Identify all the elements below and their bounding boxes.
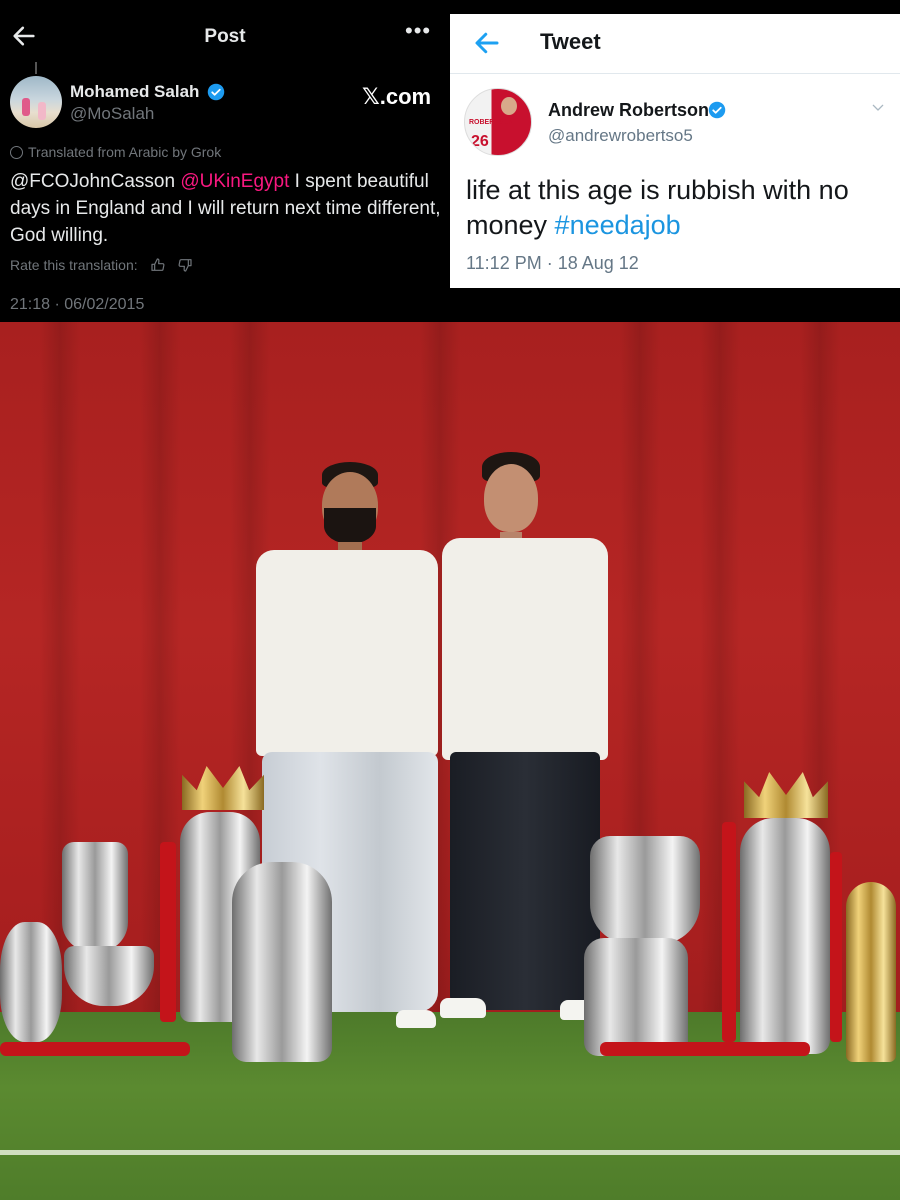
mention-link[interactable]: @UKinEgypt [180,171,289,192]
old-tweet-screenshot: Tweet ROBERTSON 26 Andrew Robertson @and… [450,14,900,288]
thumbs-up-icon[interactable] [150,257,166,273]
more-icon[interactable]: ••• [405,18,431,44]
page-title: Tweet [540,29,601,54]
verified-badge-icon [708,101,726,119]
author-name[interactable]: Mohamed Salah [70,82,199,102]
translation-note: Translated from Arabic by Grok [10,144,221,160]
pitch-line [0,1150,900,1155]
translation-note-text: Translated from Arabic by Grok [28,144,222,160]
trophy [590,836,700,944]
trophy [846,882,896,1062]
thread-line [35,62,37,74]
author-handle[interactable]: @MoSalah [70,104,154,124]
post-timestamp: 21:18 · 06/02/2015 [10,296,145,313]
chevron-down-icon[interactable] [870,100,886,116]
avatar-label: ROBERTSON [469,119,514,126]
mention-link[interactable]: @FCOJohnCasson [10,171,175,192]
trophy [740,818,830,1054]
trophy [584,938,688,1056]
x-post-screenshot: Post ••• Mohamed Salah @MoSalah 𝕏.com Tr… [0,0,450,322]
avatar[interactable]: ROBERTSON 26 [464,88,532,156]
thumbs-down-icon[interactable] [177,257,193,273]
author-handle[interactable]: @andrewrobertso5 [548,126,693,146]
verified-badge-icon [207,83,225,101]
trophy [62,842,128,952]
page-title: Post [204,26,246,47]
trophy [0,922,62,1042]
rate-label: Rate this translation: [10,257,138,273]
player-right [440,452,610,1032]
x-logo: 𝕏.com [362,84,432,109]
hashtag-link[interactable]: #needajob [555,210,681,240]
team-photo [0,322,900,1200]
avatar[interactable] [10,76,62,128]
author-name[interactable]: Andrew Robertson [548,100,709,121]
tweet-text: life at this age is rubbish with no mone… [466,173,886,243]
tweet-header: Tweet [450,14,900,74]
post-text: @FCOJohnCasson @UKinEgypt I spent beauti… [10,168,442,249]
rate-translation: Rate this translation: [10,257,193,273]
trophy [232,862,332,1062]
back-arrow-icon[interactable] [472,28,502,58]
post-header: Post ••• [0,0,450,72]
tweet-timestamp: 11:12 PM · 18 Aug 12 [466,253,639,273]
avatar-number: 26 [471,133,489,150]
grok-icon [10,146,23,159]
